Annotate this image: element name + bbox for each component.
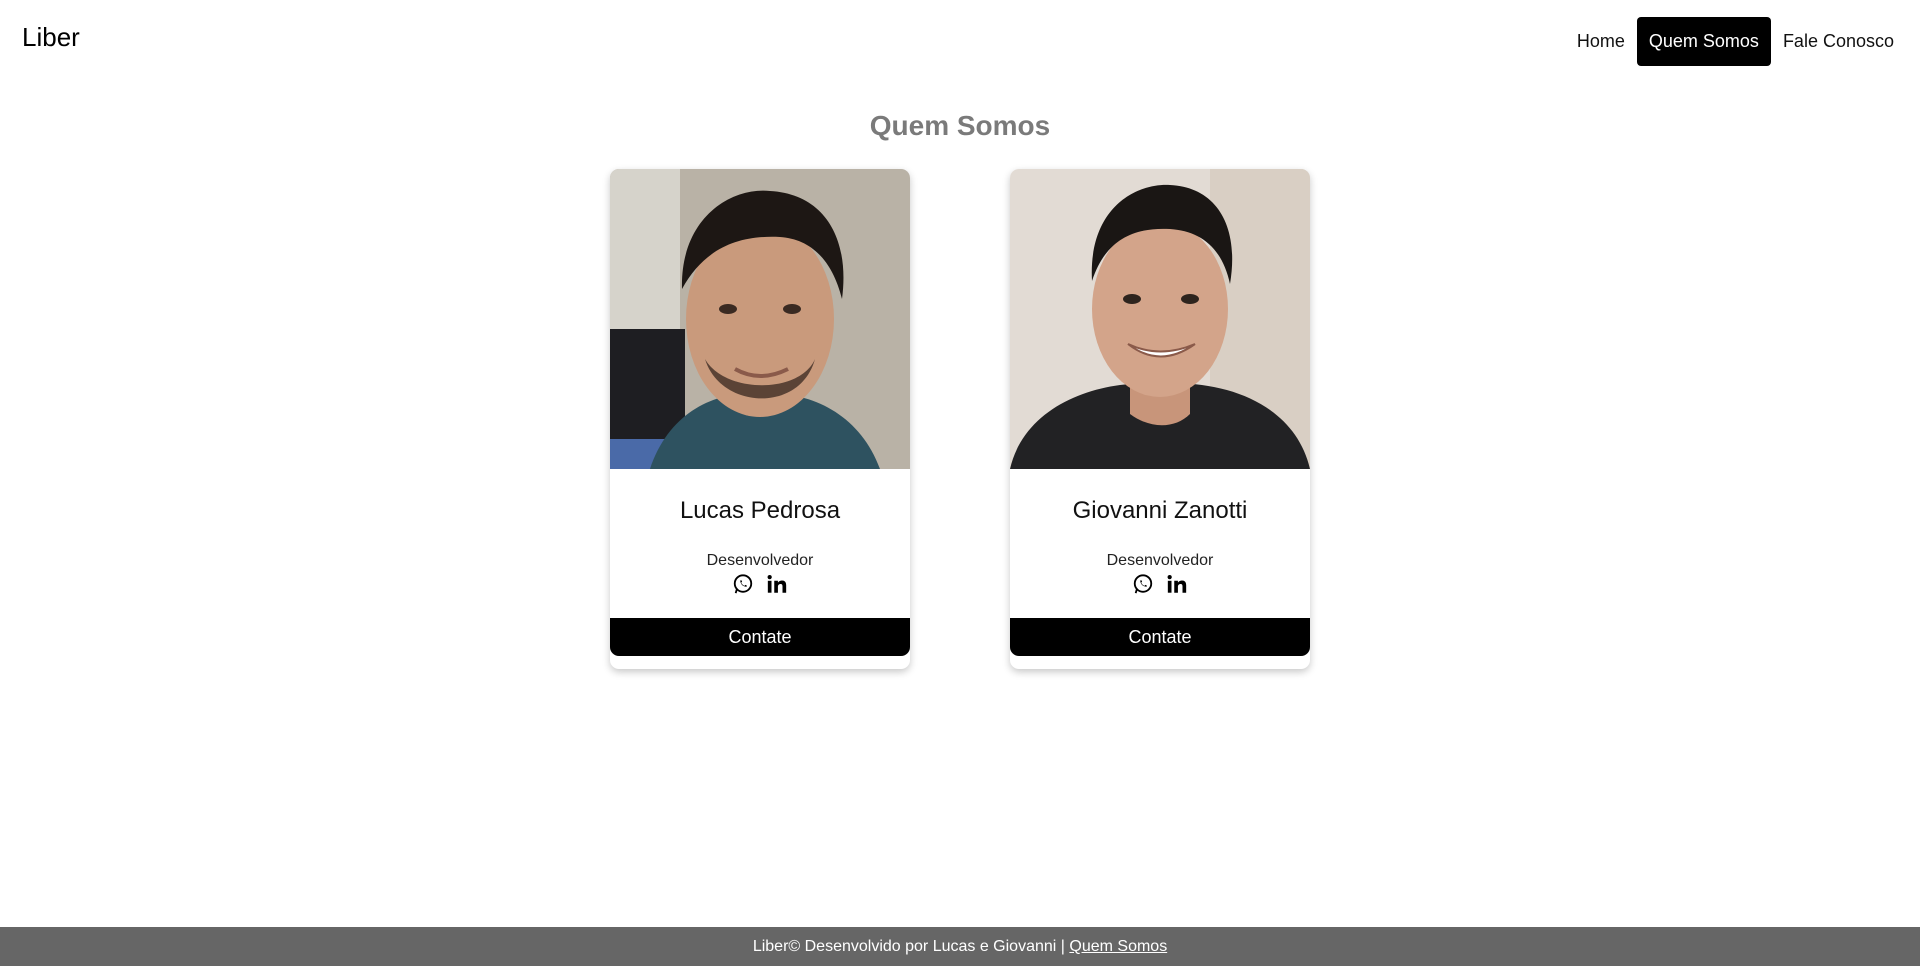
contact-button[interactable]: Contate	[610, 618, 910, 656]
navbar: Liber Home Quem Somos Fale Conosco	[0, 0, 1920, 82]
member-name: Giovanni Zanotti	[1072, 497, 1248, 524]
linkedin-icon[interactable]	[766, 573, 788, 595]
footer: Liber© Desenvolvido por Lucas e Giovanni…	[0, 927, 1920, 966]
linkedin-icon[interactable]	[1166, 573, 1188, 595]
member-role: Desenvolvedor	[1106, 552, 1214, 569]
social-links	[1010, 573, 1310, 595]
contact-button[interactable]: Contate	[1010, 618, 1310, 656]
member-role: Desenvolvedor	[706, 552, 814, 569]
whatsapp-icon[interactable]	[1132, 573, 1154, 595]
brand-logo[interactable]: Liber	[22, 22, 80, 53]
whatsapp-icon[interactable]	[732, 573, 754, 595]
social-links	[610, 573, 910, 595]
nav-link-quem-somos[interactable]: Quem Somos	[1636, 17, 1771, 66]
page-title: Quem Somos	[869, 110, 1051, 141]
member-name: Lucas Pedrosa	[679, 497, 841, 524]
nav-links: Home Quem Somos Fale Conosco	[1565, 17, 1906, 66]
team-card: Lucas Pedrosa Desenvolvedor Contate	[610, 169, 910, 669]
nav-link-home[interactable]: Home	[1565, 17, 1637, 66]
footer-link-quem-somos[interactable]: Quem Somos	[1069, 938, 1167, 955]
profile-photo	[610, 169, 910, 469]
footer-text: Liber© Desenvolvido por Lucas e Giovanni…	[752, 938, 1070, 955]
team-card: Giovanni Zanotti Desenvolvedor Contate	[1010, 169, 1310, 669]
nav-link-fale-conosco[interactable]: Fale Conosco	[1771, 17, 1906, 66]
profile-photo	[1010, 169, 1310, 469]
